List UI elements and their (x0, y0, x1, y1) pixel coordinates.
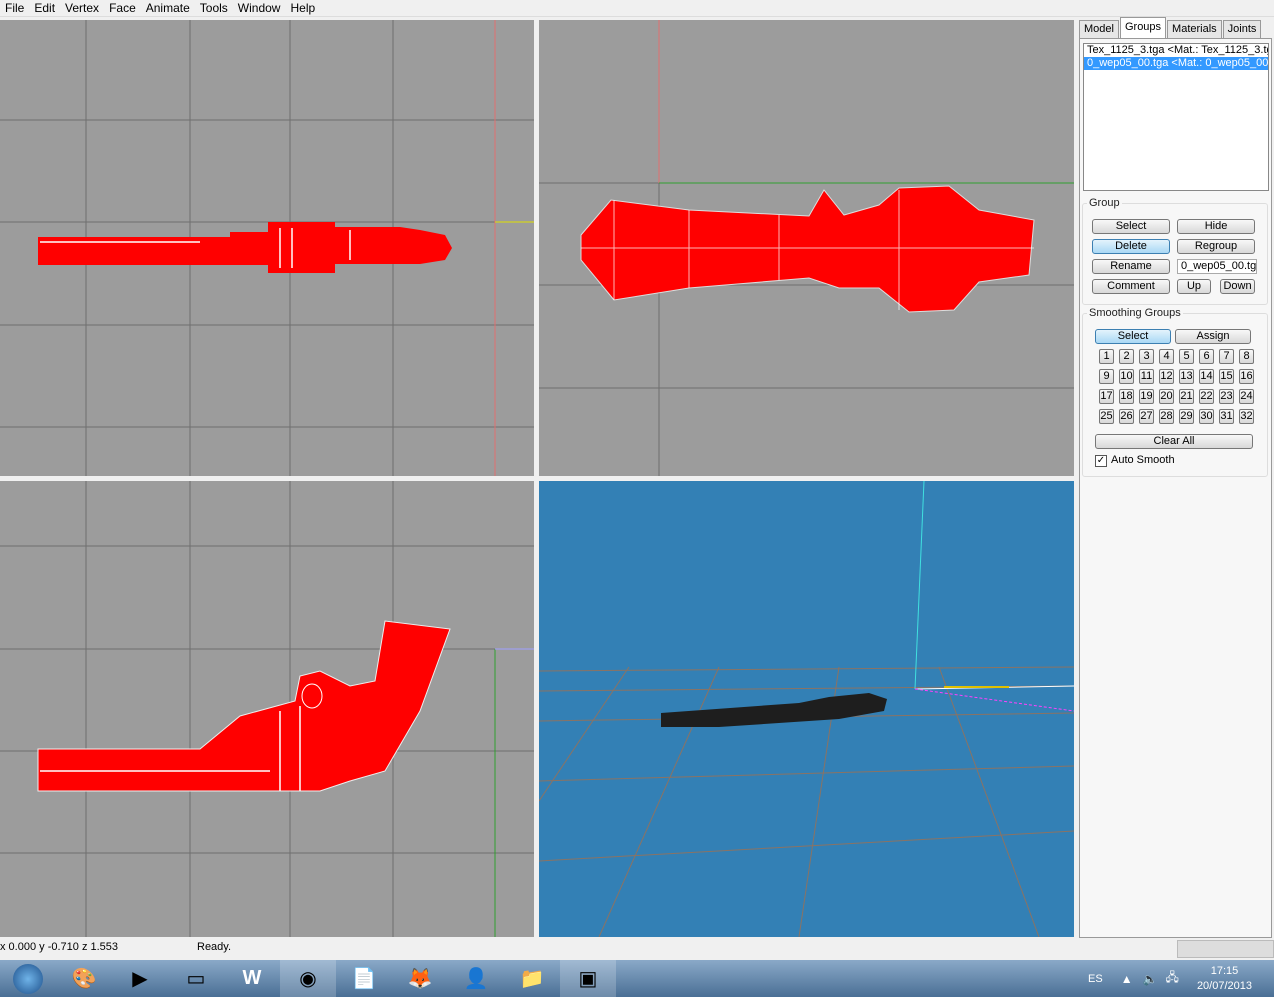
wireframe-front-view (0, 481, 534, 937)
3d-scene (539, 481, 1074, 937)
smoothing-group-11[interactable]: 11 (1139, 369, 1154, 384)
smoothing-assign-button[interactable]: Assign (1175, 329, 1251, 344)
smoothing-group-1[interactable]: 1 (1099, 349, 1114, 364)
smoothing-group-20[interactable]: 20 (1159, 389, 1174, 404)
menu-help[interactable]: Help (285, 0, 320, 16)
smoothing-group-27[interactable]: 27 (1139, 409, 1154, 424)
smoothing-group-13[interactable]: 13 (1179, 369, 1194, 384)
firefox-icon[interactable]: 🦊 (392, 960, 448, 997)
wireframe-side-view (0, 20, 534, 476)
smoothing-group-26[interactable]: 26 (1119, 409, 1134, 424)
viewport-3d-perspective[interactable] (539, 481, 1074, 937)
smoothing-group-15[interactable]: 15 (1219, 369, 1234, 384)
wireframe-top-view (539, 20, 1074, 476)
smoothing-group-16[interactable]: 16 (1239, 369, 1254, 384)
windows-logo-icon (13, 963, 43, 994)
menu-edit[interactable]: Edit (29, 0, 60, 16)
chrome-icon[interactable]: ◉ (280, 960, 336, 997)
menu-bar: File Edit Vertex Face Animate Tools Window Help (0, 0, 1274, 17)
paint-icon[interactable]: 🎨 (56, 960, 112, 997)
group-legend: Group (1089, 197, 1120, 209)
smoothing-group-30[interactable]: 30 (1199, 409, 1214, 424)
smoothing-group-4[interactable]: 4 (1159, 349, 1174, 364)
smoothing-group-19[interactable]: 19 (1139, 389, 1154, 404)
smoothing-group-9[interactable]: 9 (1099, 369, 1114, 384)
smoothing-group-17[interactable]: 17 (1099, 389, 1114, 404)
clock-date: 20/07/2013 (1196, 979, 1252, 992)
clock[interactable]: 17:15 20/07/2013 (1197, 964, 1252, 994)
menu-window[interactable]: Window (233, 0, 286, 16)
smoothing-group-14[interactable]: 14 (1199, 369, 1214, 384)
clear-all-button[interactable]: Clear All (1095, 434, 1253, 449)
media-player-icon[interactable]: ▶ (112, 960, 168, 997)
smoothing-select-button[interactable]: Select (1095, 329, 1171, 344)
folder-icon[interactable]: 📁 (504, 960, 560, 997)
tray-arrow-icon[interactable]: ▲ (1121, 972, 1133, 986)
milkshape-icon[interactable]: ▣ (560, 960, 616, 997)
smoothing-group-7[interactable]: 7 (1219, 349, 1234, 364)
language-indicator[interactable]: ES (1088, 973, 1103, 985)
smoothing-group-21[interactable]: 21 (1179, 389, 1194, 404)
delete-button[interactable]: Delete (1092, 239, 1170, 254)
viewport-top-left[interactable] (0, 20, 534, 476)
select-group-button[interactable]: Select (1092, 219, 1170, 234)
smoothing-group-23[interactable]: 23 (1219, 389, 1234, 404)
word-icon[interactable]: W (224, 960, 280, 997)
tab-materials[interactable]: Materials (1167, 20, 1222, 38)
window-app-icon[interactable]: ▭ (168, 960, 224, 997)
smoothing-group-6[interactable]: 6 (1199, 349, 1214, 364)
status-message: Ready. (197, 941, 232, 953)
up-button[interactable]: Up (1177, 279, 1211, 294)
network-icon[interactable]: 🖧 (1166, 968, 1179, 989)
viewport-bottom-left[interactable] (0, 481, 534, 937)
smoothing-group-28[interactable]: 28 (1159, 409, 1174, 424)
start-button[interactable] (0, 960, 56, 997)
viewport-top-right[interactable] (539, 20, 1074, 476)
smoothing-group-24[interactable]: 24 (1239, 389, 1254, 404)
smoothing-group-29[interactable]: 29 (1179, 409, 1194, 424)
smoothing-group-32[interactable]: 32 (1239, 409, 1254, 424)
clock-time: 17:15 (1210, 964, 1239, 977)
comment-button[interactable]: Comment (1092, 279, 1170, 294)
smoothing-group-25[interactable]: 25 (1099, 409, 1114, 424)
game-character-icon[interactable]: 👤 (448, 960, 504, 997)
group-list-item[interactable]: Tex_1125_3.tga <Mat.: Tex_1125_3.tga> (1084, 44, 1268, 57)
tab-joints[interactable]: Joints (1222, 20, 1262, 38)
menu-file[interactable]: File (0, 0, 29, 16)
smoothing-group-5[interactable]: 5 (1179, 349, 1194, 364)
smoothing-group-22[interactable]: 22 (1199, 389, 1214, 404)
groups-list[interactable]: Tex_1125_3.tga <Mat.: Tex_1125_3.tga> 0_w… (1083, 43, 1269, 191)
group-name-field[interactable]: 0_wep05_00.tga (1177, 259, 1257, 274)
status-bar: x 0.000 y -0.710 z 1.553 Ready. (0, 938, 1274, 960)
smoothing-group-8[interactable]: 8 (1239, 349, 1254, 364)
menu-vertex[interactable]: Vertex (60, 0, 104, 16)
hide-button[interactable]: Hide (1177, 219, 1255, 234)
smoothing-group-10[interactable]: 10 (1119, 369, 1134, 384)
side-panel: Model Groups Materials Joints Tex_1125_3.tg… (1076, 17, 1274, 938)
rename-button[interactable]: Rename (1092, 259, 1170, 274)
volume-icon[interactable]: 🔈 (1143, 972, 1158, 986)
auto-smooth-checkbox[interactable]: ✓ (1095, 455, 1107, 467)
smoothing-group-3[interactable]: 3 (1139, 349, 1154, 364)
tab-groups[interactable]: Groups (1119, 17, 1167, 38)
auto-smooth-label: Auto Smooth (1111, 454, 1175, 466)
smoothing-group-2[interactable]: 2 (1119, 349, 1134, 364)
smoothing-group-31[interactable]: 31 (1219, 409, 1234, 424)
menu-tools[interactable]: Tools (195, 0, 233, 16)
smoothing-group-12[interactable]: 12 (1159, 369, 1174, 384)
coords-readout: x 0.000 y -0.710 z 1.553 (0, 941, 119, 953)
tab-model[interactable]: Model (1079, 20, 1119, 38)
taskbar: 🎨 ▶ ▭ W ◉ 📄 🦊 👤 📁 ▣ ES ▲ 🔈 🖧 17:15 20/07… (0, 960, 1274, 997)
document-icon[interactable]: 📄 (336, 960, 392, 997)
down-button[interactable]: Down (1220, 279, 1255, 294)
groups-tab-body: Tex_1125_3.tga <Mat.: Tex_1125_3.tga> 0_w… (1079, 38, 1272, 938)
menu-animate[interactable]: Animate (141, 0, 195, 16)
smoothing-group-18[interactable]: 18 (1119, 389, 1134, 404)
menu-face[interactable]: Face (104, 0, 141, 16)
group-list-item[interactable]: 0_wep05_00.tga <Mat.: 0_wep05_00.tga> (1084, 57, 1268, 70)
regroup-button[interactable]: Regroup (1177, 239, 1255, 254)
progress-area (1177, 940, 1274, 958)
smoothing-legend: Smoothing Groups (1089, 307, 1181, 319)
